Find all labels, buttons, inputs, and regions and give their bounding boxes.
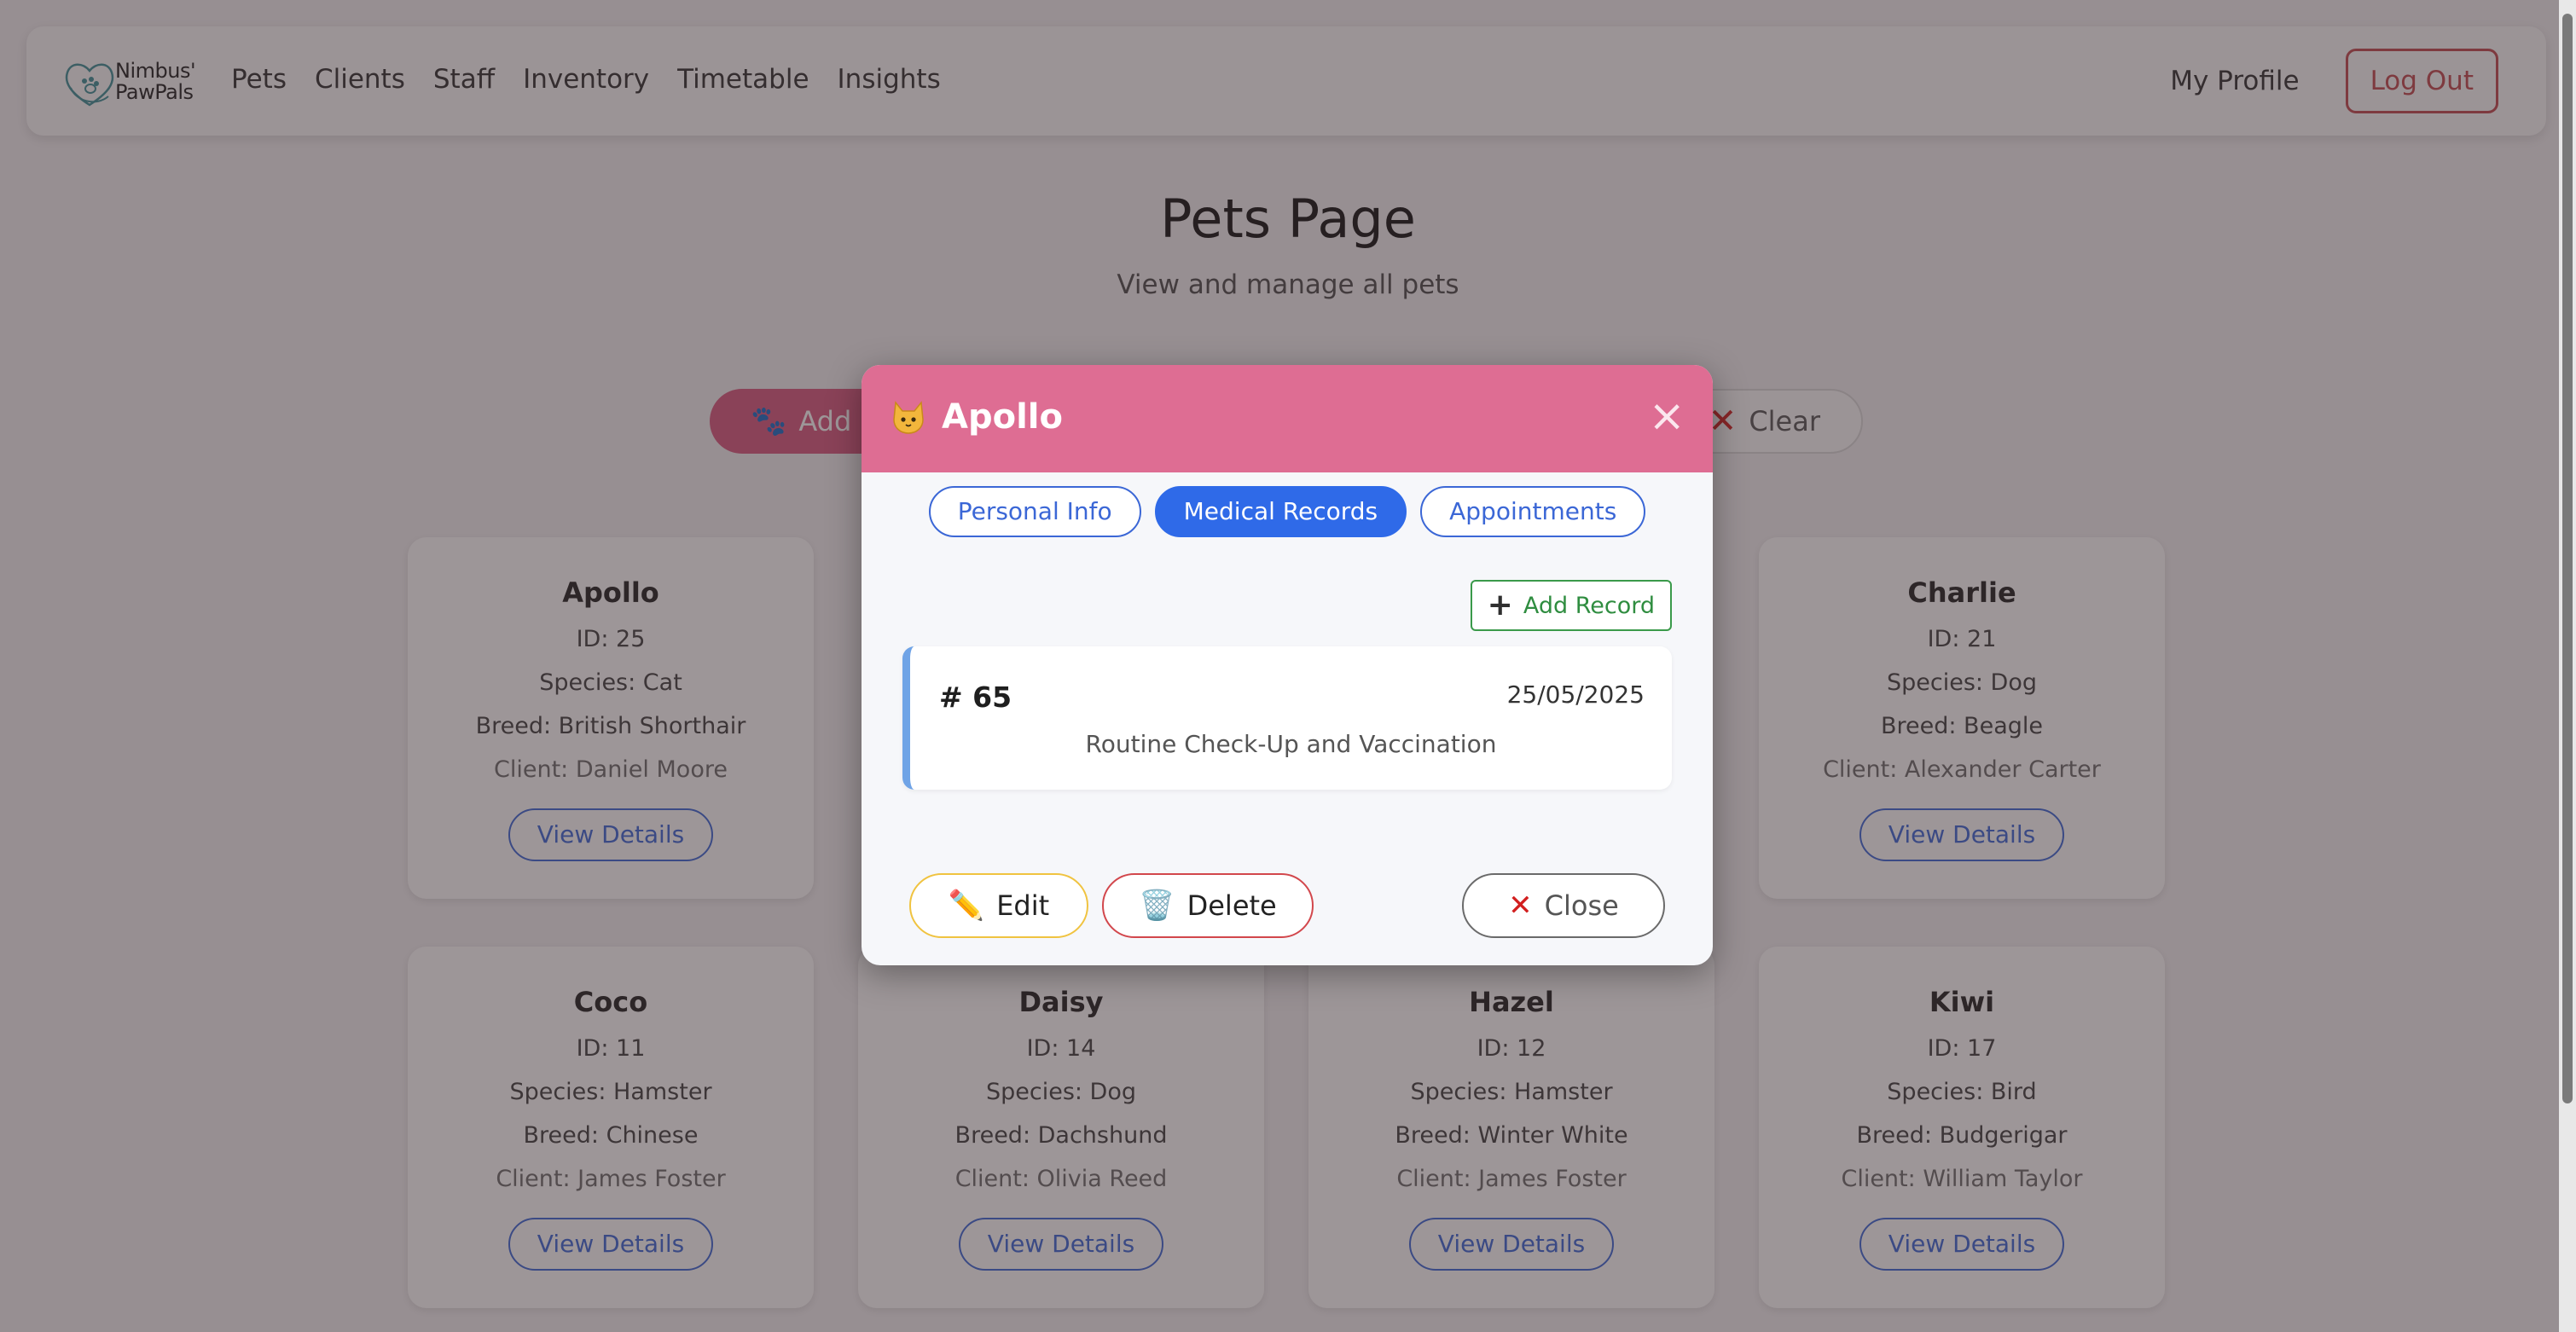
scrollbar-thumb[interactable] <box>2562 14 2573 1103</box>
modal-header: Apollo × <box>862 365 1713 472</box>
pet-details-modal: Apollo × Personal Info Medical Records A… <box>862 365 1713 965</box>
edit-label: Edit <box>996 889 1050 922</box>
edit-button[interactable]: ✏️ Edit <box>909 873 1088 938</box>
modal-pet-name: Apollo <box>942 397 1063 437</box>
delete-button[interactable]: 🗑️ Delete <box>1102 873 1314 938</box>
tab-appointments[interactable]: Appointments <box>1420 486 1646 537</box>
x-icon: ✕ <box>1508 889 1533 923</box>
record-description: Routine Check-Up and Vaccination <box>1085 730 1497 758</box>
close-button[interactable]: ✕ Close <box>1462 873 1665 938</box>
record-id: # 65 <box>939 680 1012 714</box>
close-icon[interactable]: × <box>1648 394 1685 438</box>
trash-icon: 🗑️ <box>1139 889 1175 923</box>
pencil-icon: ✏️ <box>948 889 985 923</box>
page-scrollbar[interactable] <box>2559 0 2576 1332</box>
plus-icon: + <box>1487 588 1513 623</box>
medical-record-item[interactable]: # 65 25/05/2025 Routine Check-Up and Vac… <box>902 646 1672 790</box>
tab-medical-records[interactable]: Medical Records <box>1154 486 1407 537</box>
cat-face-icon <box>893 401 924 434</box>
record-date: 25/05/2025 <box>1506 680 1645 709</box>
close-label: Close <box>1544 889 1619 922</box>
delete-label: Delete <box>1186 889 1277 922</box>
add-record-label: Add Record <box>1523 592 1655 619</box>
modal-title: Apollo <box>891 397 1063 437</box>
modal-tabs: Personal Info Medical Records Appointmen… <box>862 486 1713 537</box>
add-record-button[interactable]: + Add Record <box>1470 580 1672 631</box>
pets-page: Nimbus' PawPals Pets Clients Staff Inven… <box>0 0 2576 1332</box>
tab-personal-info[interactable]: Personal Info <box>928 486 1141 537</box>
